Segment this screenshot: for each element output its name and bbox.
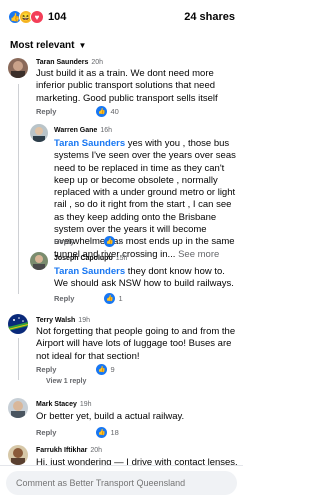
comment-time[interactable]: 16h bbox=[100, 127, 112, 134]
reply-button[interactable]: Reply bbox=[36, 365, 56, 374]
comment-text: Taran Saunders they dont know how to. We… bbox=[54, 266, 238, 291]
author-name[interactable]: Joseph Capolupo bbox=[54, 255, 113, 262]
comment-time[interactable]: 19h bbox=[80, 401, 92, 408]
comment-author-line: Joseph Capolupo 15h bbox=[54, 255, 127, 262]
comment-author-line: Terry Walsh 19h bbox=[36, 317, 90, 324]
reactions-bar: 👍 😆 ♥ 104 24 shares bbox=[0, 0, 243, 34]
like-count: 2 bbox=[118, 237, 123, 246]
author-name[interactable]: Warren Gane bbox=[54, 127, 97, 134]
like-count: 1 bbox=[118, 294, 123, 303]
comment-actions: Reply 👍 40 bbox=[36, 106, 119, 117]
comment-author-line: Mark Stacey 19h bbox=[36, 401, 92, 408]
sort-dropdown[interactable]: Most relevant ▼ bbox=[0, 34, 243, 56]
author-name[interactable]: Farrukh Iftikhar bbox=[36, 447, 87, 454]
reply-button[interactable]: Reply bbox=[36, 107, 56, 116]
sort-label: Most relevant bbox=[10, 39, 75, 51]
thread-line bbox=[18, 338, 19, 380]
comment-author-line: Warren Gane 16h bbox=[54, 127, 112, 134]
reply-button[interactable]: Reply bbox=[54, 237, 74, 246]
avatar[interactable] bbox=[8, 58, 28, 78]
like-count-badge[interactable]: 👍 1 bbox=[104, 293, 123, 304]
author-name[interactable]: Taran Saunders bbox=[36, 59, 88, 66]
like-icon: 👍 bbox=[96, 364, 108, 375]
like-count-badge[interactable]: 👍 9 bbox=[96, 364, 115, 375]
comment-actions: Reply 👍 18 bbox=[36, 427, 119, 438]
mention-link[interactable]: Taran Saunders bbox=[54, 266, 125, 277]
avatar[interactable] bbox=[30, 124, 48, 142]
like-count: 18 bbox=[110, 428, 119, 437]
comment-input[interactable] bbox=[6, 471, 237, 495]
view-replies-link[interactable]: View 1 reply bbox=[46, 378, 86, 385]
comment-author-line: Farrukh Iftikhar 20h bbox=[36, 447, 102, 454]
reply-button[interactable]: Reply bbox=[54, 294, 74, 303]
avatar[interactable] bbox=[30, 252, 48, 270]
comment-time[interactable]: 19h bbox=[78, 317, 90, 324]
like-count-badge[interactable]: 👍 40 bbox=[96, 106, 119, 117]
comment-author-line: Taran Saunders 20h bbox=[36, 59, 103, 66]
reaction-count[interactable]: 104 bbox=[48, 11, 66, 23]
author-name[interactable]: Terry Walsh bbox=[36, 317, 75, 324]
comment-actions: Reply 👍 1 bbox=[54, 293, 123, 304]
like-count-badge[interactable]: 👍 2 bbox=[104, 236, 123, 247]
reply-button[interactable]: Reply bbox=[36, 428, 56, 437]
comment-actions: Reply 👍 9 bbox=[36, 364, 115, 375]
comment-composer bbox=[0, 465, 243, 500]
mention-link[interactable]: Taran Saunders bbox=[54, 138, 125, 149]
comment-text: Not forgetting that people going to and … bbox=[36, 326, 236, 362]
avatar[interactable] bbox=[8, 445, 28, 465]
see-more-link[interactable]: See more bbox=[178, 249, 219, 260]
comment-text: Or better yet, build a actual railway. bbox=[36, 411, 185, 422]
like-icon: 👍 bbox=[96, 427, 108, 438]
comment-time[interactable]: 20h bbox=[91, 59, 103, 66]
like-count-badge[interactable]: 👍 18 bbox=[96, 427, 119, 438]
like-count: 9 bbox=[110, 365, 115, 374]
like-icon: 👍 bbox=[104, 293, 116, 304]
shares-count[interactable]: 24 shares bbox=[184, 11, 235, 23]
reaction-icons[interactable]: 👍 😆 ♥ bbox=[8, 10, 44, 24]
comment-text: Just build it as a train. We dont need m… bbox=[36, 68, 218, 104]
avatar[interactable] bbox=[8, 398, 28, 418]
comment-time[interactable]: 20h bbox=[90, 447, 102, 454]
like-icon: 👍 bbox=[96, 106, 108, 117]
comment-actions: Reply 👍 2 bbox=[54, 236, 123, 247]
author-name[interactable]: Mark Stacey bbox=[36, 401, 77, 408]
chevron-down-icon: ▼ bbox=[78, 40, 87, 50]
comment-time[interactable]: 15h bbox=[116, 255, 128, 262]
like-count: 40 bbox=[110, 107, 119, 116]
avatar[interactable] bbox=[8, 314, 28, 334]
like-icon: 👍 bbox=[104, 236, 116, 247]
thread-line bbox=[18, 84, 19, 294]
love-icon: ♥ bbox=[30, 10, 44, 24]
